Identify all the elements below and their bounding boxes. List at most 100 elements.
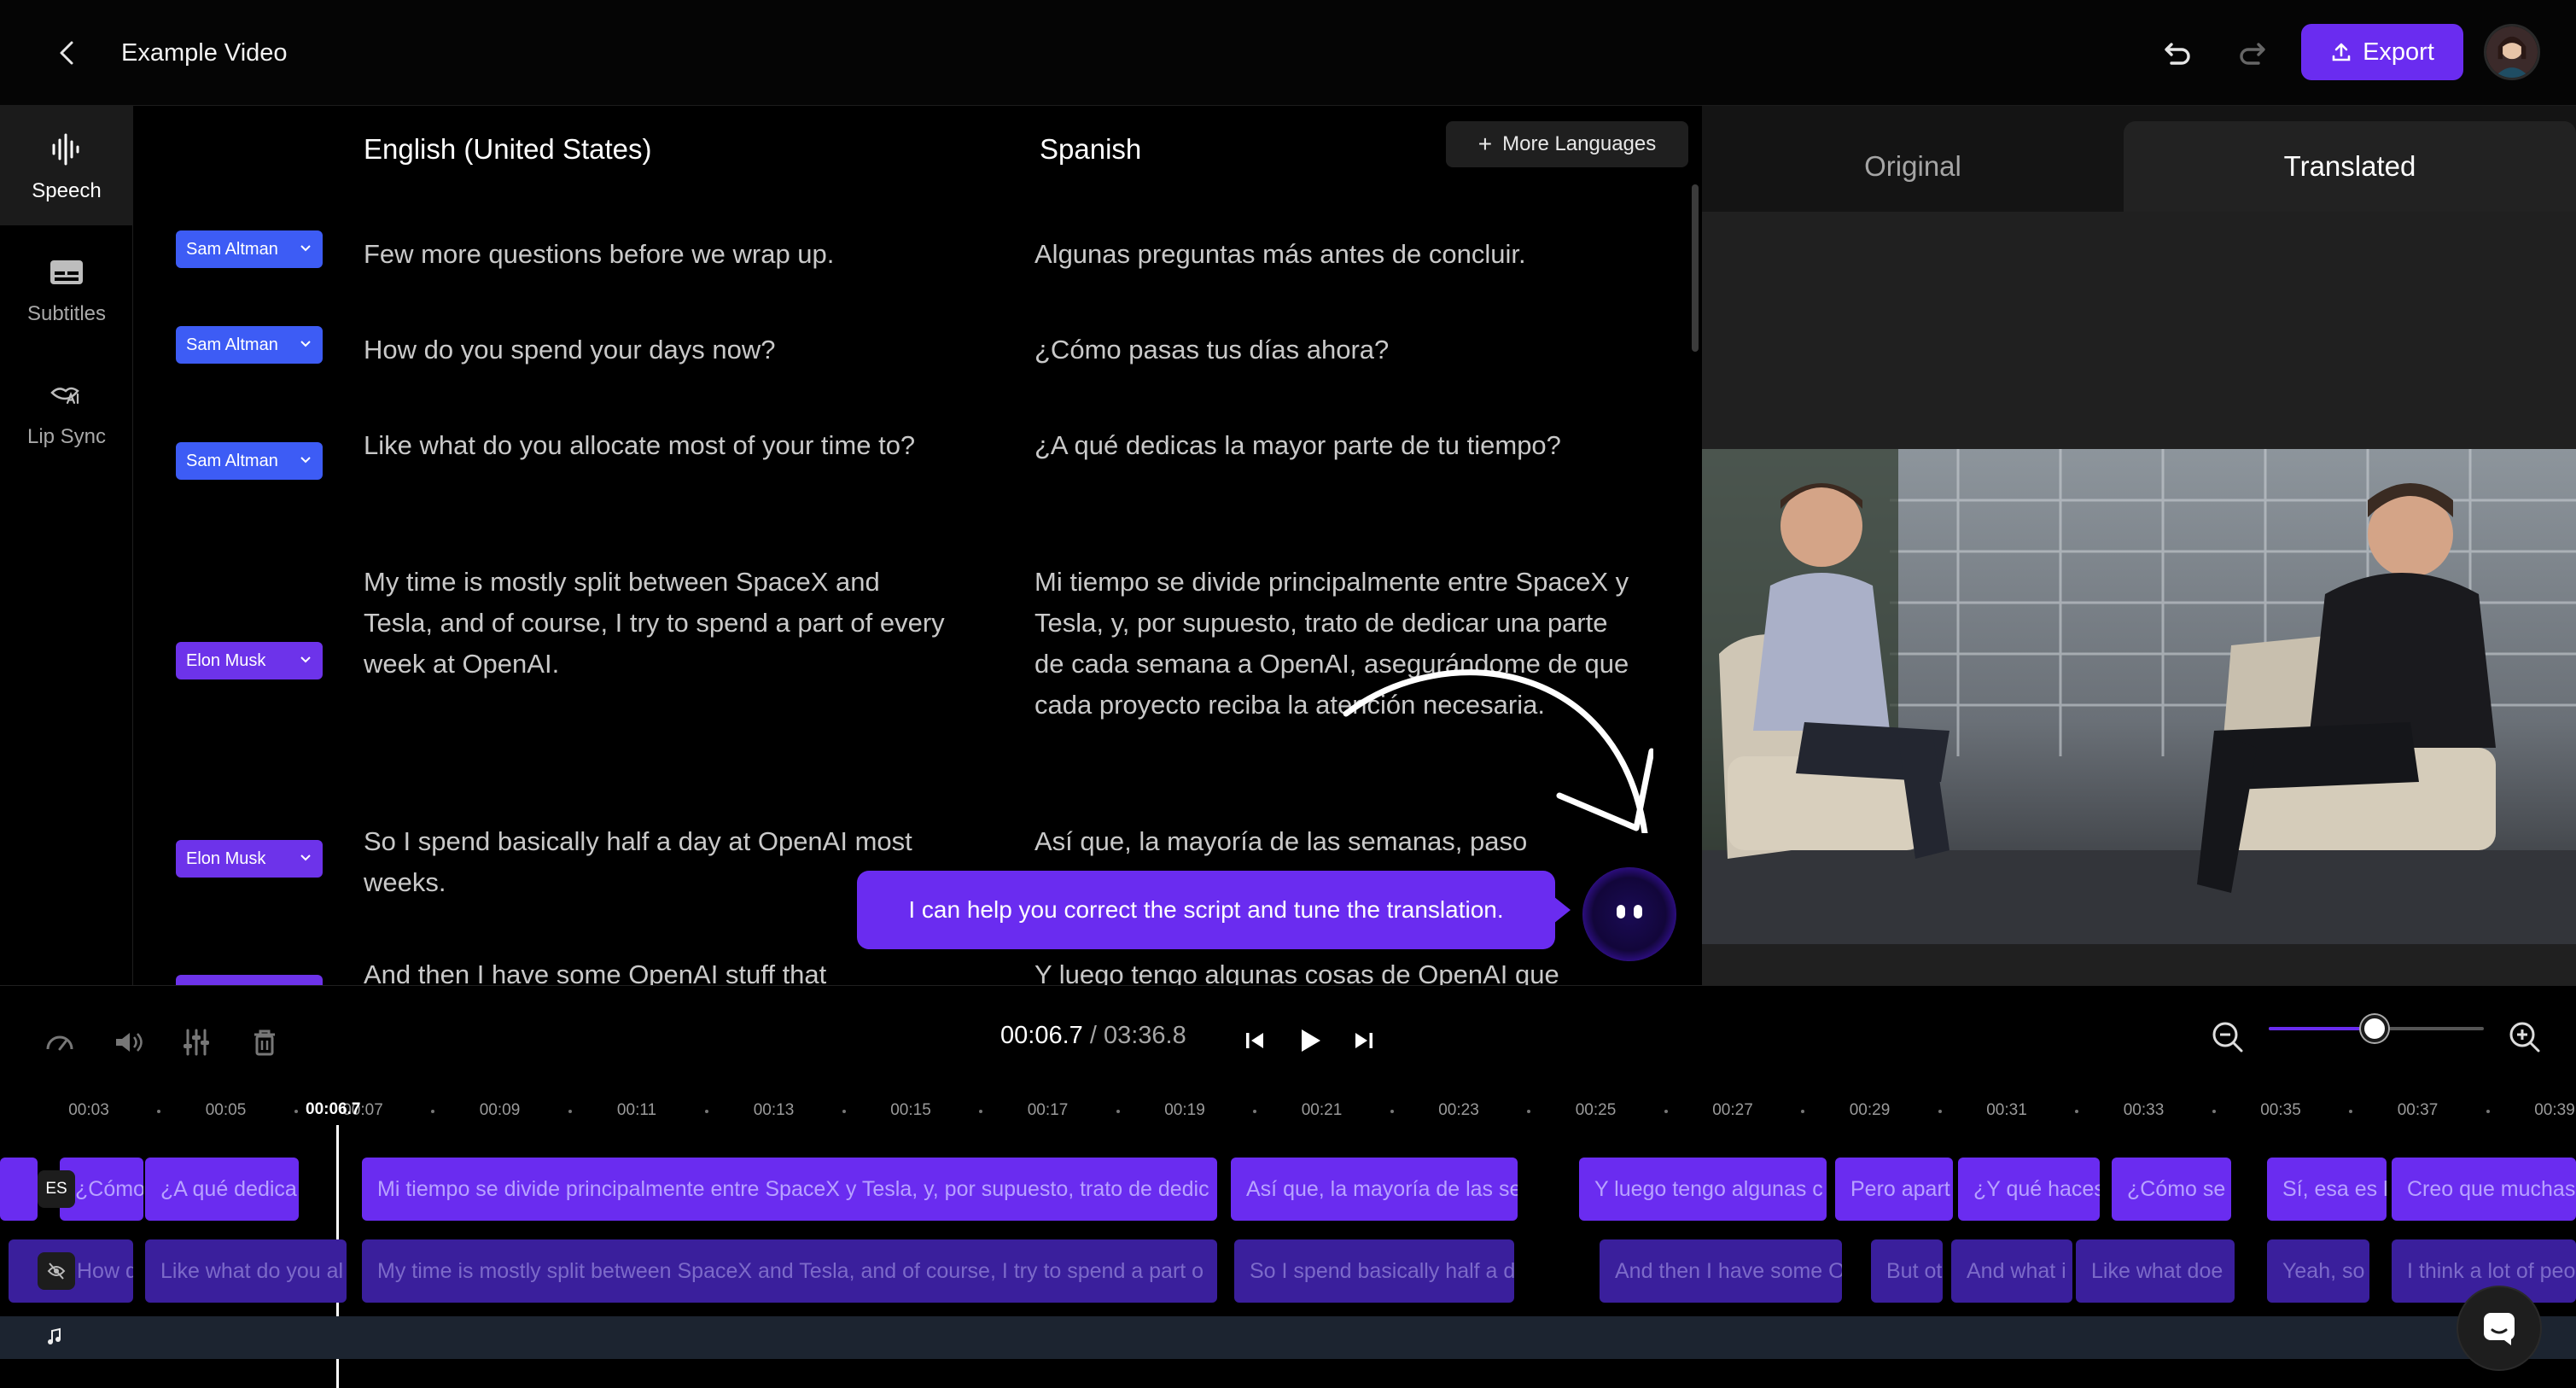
- ruler-dot: [1801, 1110, 1805, 1113]
- clip-es[interactable]: ¿Y qué haces: [1958, 1158, 2100, 1221]
- ruler-dot: [1116, 1110, 1120, 1113]
- source-text[interactable]: My time is mostly split between SpaceX a…: [364, 562, 953, 685]
- clip-en[interactable]: So I spend basically half a d: [1234, 1239, 1514, 1303]
- total-time: 03:36.8: [1103, 1022, 1186, 1049]
- volume-icon[interactable]: [111, 1025, 145, 1059]
- zoom-slider-fill: [2269, 1027, 2375, 1030]
- speaker-name: Sam Altman: [186, 335, 278, 354]
- chat-icon: [2484, 1313, 2515, 1345]
- ruler-tick-label: 00:17: [1027, 1101, 1069, 1119]
- transcript-scrollbar[interactable]: [1692, 184, 1699, 352]
- ruler-tick-label: 00:21: [1301, 1101, 1343, 1119]
- speaker-selector[interactable]: Sam Altman: [176, 326, 323, 364]
- chat-support-button[interactable]: [2458, 1287, 2540, 1369]
- video-panel: Original Translated: [1702, 106, 2576, 985]
- export-button[interactable]: Export: [2301, 24, 2463, 80]
- ruler-tick-label: 00:37: [2397, 1101, 2439, 1119]
- clip-es[interactable]: ¿A qué dedica: [145, 1158, 299, 1221]
- zoom-slider-handle[interactable]: [2361, 1015, 2388, 1042]
- clip-es[interactable]: Y luego tengo algunas c: [1579, 1158, 1827, 1221]
- clip-es[interactable]: Así que, la mayoría de las se: [1231, 1158, 1518, 1221]
- project-title: Example Video: [121, 39, 288, 67]
- ruler-dot: [431, 1110, 435, 1113]
- speaker-selector[interactable]: Elon Musk: [176, 840, 323, 878]
- ruler-dot: [1664, 1110, 1668, 1113]
- speaker-selector[interactable]: [176, 975, 323, 985]
- nav-speech[interactable]: Speech: [0, 106, 133, 225]
- ruler-dot: [1527, 1110, 1531, 1113]
- nav-subtitles[interactable]: Subtitles: [0, 229, 133, 348]
- ruler-tick-label: 00:03: [68, 1101, 109, 1119]
- more-languages-button[interactable]: + More Languages: [1446, 121, 1688, 167]
- nav-speech-label: Speech: [32, 179, 102, 202]
- speaker-name: Sam Altman: [186, 239, 278, 259]
- video-preview[interactable]: [1702, 449, 2576, 944]
- back-arrow-icon[interactable]: [50, 34, 87, 72]
- clip-en[interactable]: Like what do you al: [145, 1239, 347, 1303]
- clip-es[interactable]: Mi tiempo se divide principalmente entre…: [362, 1158, 1217, 1221]
- ruler-dot: [1938, 1110, 1942, 1113]
- ruler-tick-label: 00:05: [205, 1101, 247, 1119]
- lip-sync-icon: [50, 387, 79, 405]
- play-icon[interactable]: [1291, 1022, 1328, 1059]
- redo-icon[interactable]: [2231, 32, 2272, 73]
- speed-gauge-icon[interactable]: [43, 1025, 77, 1059]
- target-text[interactable]: Algunas preguntas más antes de concluir.: [1034, 234, 1632, 275]
- zoom-out-icon[interactable]: [2209, 1018, 2247, 1056]
- chevron-down-icon: [300, 457, 311, 464]
- tab-original[interactable]: Original: [1702, 121, 2124, 212]
- clip-en[interactable]: My time is mostly split between SpaceX a…: [362, 1239, 1217, 1303]
- clip-en[interactable]: But ot: [1871, 1239, 1943, 1303]
- equalizer-icon[interactable]: [179, 1025, 213, 1059]
- subtitles-icon: [50, 260, 83, 284]
- ruler-tick-label: 00:39: [2534, 1101, 2575, 1119]
- mute-track-icon[interactable]: [38, 1252, 75, 1290]
- ruler-dot: [705, 1110, 709, 1113]
- skip-forward-icon[interactable]: [1345, 1022, 1383, 1059]
- ruler-dot: [294, 1110, 298, 1113]
- music-track[interactable]: [0, 1316, 2576, 1359]
- ruler-tick-label: 00:15: [890, 1101, 931, 1119]
- waveform-icon: [52, 133, 79, 166]
- nav-subtitles-label: Subtitles: [26, 302, 107, 325]
- target-text[interactable]: ¿A qué dedicas la mayor parte de tu tiem…: [1034, 425, 1632, 466]
- ruler-tick-label: 00:27: [1712, 1101, 1753, 1119]
- ruler-tick-label: 00:09: [479, 1101, 521, 1119]
- nav-lip-sync[interactable]: Lip Sync: [0, 352, 133, 471]
- speaker-name: Sam Altman: [186, 451, 278, 470]
- clip-en[interactable]: Like what doe: [2076, 1239, 2235, 1303]
- clip-es[interactable]: Creo que muchas: [2392, 1158, 2576, 1221]
- clip-en[interactable]: Yeah, so: [2267, 1239, 2369, 1303]
- target-language-heading: Spanish: [1040, 133, 1142, 165]
- speaker-selector[interactable]: Sam Altman: [176, 230, 323, 268]
- source-text[interactable]: How do you spend your days now?: [364, 330, 953, 370]
- clip-es[interactable]: Pero apart: [1835, 1158, 1953, 1221]
- source-text[interactable]: Like what do you allocate most of your t…: [364, 425, 953, 466]
- target-text[interactable]: ¿Cómo pasas tus días ahora?: [1034, 330, 1632, 370]
- speaker-selector[interactable]: Elon Musk: [176, 642, 323, 679]
- source-text[interactable]: Few more questions before we wrap up.: [364, 234, 953, 275]
- ruler-dot: [842, 1110, 846, 1113]
- undo-icon[interactable]: [2158, 32, 2199, 73]
- clip-en[interactable]: And what i: [1951, 1239, 2072, 1303]
- user-avatar[interactable]: [2484, 24, 2540, 80]
- target-text[interactable]: Y luego tengo algunas cosas de OpenAI qu…: [1034, 954, 1632, 985]
- ai-assistant-icon[interactable]: [1582, 867, 1676, 961]
- clip-es[interactable]: [0, 1158, 38, 1221]
- speaker-selector[interactable]: Sam Altman: [176, 442, 323, 480]
- zoom-in-icon[interactable]: [2506, 1018, 2544, 1056]
- clip-es[interactable]: Sí, esa es l: [2267, 1158, 2387, 1221]
- source-text[interactable]: And then I have some OpenAI stuff that: [364, 954, 953, 985]
- current-time: 00:06.7: [1000, 1022, 1083, 1049]
- time-ruler[interactable]: 00:03 00:05 00:07 00:09 00:11 00:13 00:15 00:17…: [0, 1101, 2576, 1119]
- left-sidebar: Speech Subtitles Lip Sync: [0, 106, 133, 985]
- ruler-dot: [2075, 1110, 2079, 1113]
- playhead-time-label: 00:06.7: [306, 1100, 361, 1118]
- trash-icon[interactable]: [248, 1025, 282, 1059]
- export-label: Export: [2363, 38, 2434, 66]
- tab-translated[interactable]: Translated: [2124, 121, 2576, 212]
- skip-back-icon[interactable]: [1236, 1022, 1273, 1059]
- clip-en[interactable]: And then I have some O: [1600, 1239, 1842, 1303]
- chevron-down-icon: [300, 341, 311, 347]
- clip-es[interactable]: ¿Cómo se v: [2112, 1158, 2231, 1221]
